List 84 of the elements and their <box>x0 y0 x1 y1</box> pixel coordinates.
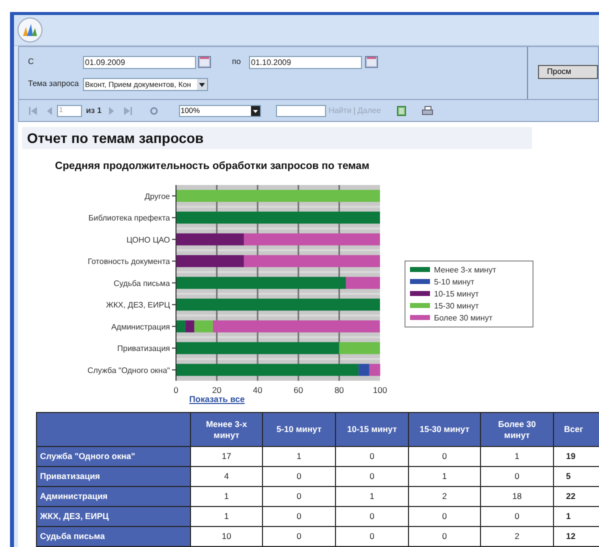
legend-label: Менее 3-х минут <box>434 266 496 275</box>
legend-label: 10-15 минут <box>434 290 479 299</box>
table-header-cell: 15-30 минут <box>408 412 480 446</box>
category-label: Судьба письма <box>114 279 170 288</box>
table-cell: 1 <box>262 446 336 466</box>
category-label: Служба "Одного окна" <box>87 366 170 376</box>
date-from-field[interactable]: 01.09.2009 <box>83 56 196 69</box>
row-header-cell: Служба "Одного окна" <box>36 446 190 466</box>
table-cell: 0 <box>262 486 336 506</box>
bar-segment <box>369 364 380 376</box>
refresh-icon[interactable] <box>150 106 158 115</box>
category-label: Другое <box>144 192 170 202</box>
table-cell: 12 <box>554 526 599 546</box>
report-title: Отчет по темам запросов <box>27 128 204 148</box>
category-label: ЦОНО ЦАО <box>126 236 170 245</box>
table-cell: 0 <box>336 506 408 526</box>
previous-page-icon[interactable] <box>47 106 52 115</box>
next-page-icon[interactable] <box>108 106 114 115</box>
table-cell: 0 <box>262 466 336 486</box>
table-cell: 2 <box>408 486 480 506</box>
table-cell: 1 <box>190 486 262 506</box>
table-cell: 5 <box>554 466 599 486</box>
table-cell: 0 <box>262 506 336 526</box>
table-cell: 0 <box>336 466 408 486</box>
row-header-cell: Администрация <box>36 486 190 506</box>
chart-title: Средняя продолжительность обработки запросов по темам <box>55 160 370 172</box>
category-label: Готовность документа <box>88 257 170 266</box>
date-from-label: С <box>28 56 35 68</box>
table-cell: 0 <box>262 526 336 546</box>
table-header-cell: 5-10 минут <box>262 412 336 446</box>
legend-label: 15-30 минут <box>434 302 479 311</box>
date-to-label: по <box>232 56 242 68</box>
axis-tick-label: 0 <box>174 385 178 395</box>
legend-label: Более 30 минут <box>434 314 492 323</box>
table-cell: 0 <box>408 506 480 526</box>
table-cell: 1 <box>554 506 599 526</box>
table-cell: 1 <box>336 486 408 506</box>
date-to-field[interactable]: 01.10.2009 <box>249 56 362 69</box>
table-cell: 19 <box>554 446 599 466</box>
calendar-icon[interactable] <box>198 56 211 68</box>
row-header-cell: Приватизация <box>36 466 190 486</box>
table-cell: 22 <box>554 486 599 506</box>
axis-tick-label: 60 <box>294 385 304 395</box>
table-cell: 0 <box>336 526 408 546</box>
first-page-icon[interactable] <box>29 106 37 115</box>
print-icon[interactable] <box>422 106 433 116</box>
app-logo-icon <box>17 16 43 43</box>
axis-tick-label: 20 <box>212 385 222 395</box>
legend-label: 5-10 минут <box>434 278 474 287</box>
table-cell: 4 <box>190 466 262 486</box>
table-cell: 10 <box>190 526 262 546</box>
topic-label: Тема запроса <box>28 78 80 90</box>
table-cell: 1 <box>408 466 480 486</box>
calendar-icon[interactable] <box>365 56 378 68</box>
category-label: Администрация <box>111 322 170 332</box>
show-all-link[interactable]: Показать все <box>189 393 245 406</box>
link-separator: | <box>353 104 356 117</box>
table-header-cell: Всег <box>554 412 599 446</box>
page-count-label: из 1 <box>86 104 102 117</box>
find-field[interactable] <box>276 104 326 117</box>
table-cell: 1 <box>190 506 262 526</box>
table-cell: 17 <box>190 446 262 466</box>
table-cell: 2 <box>480 526 554 546</box>
table-cell: 0 <box>408 526 480 546</box>
table-cell: 0 <box>408 446 480 466</box>
axis-tick-label: 100 <box>372 385 388 395</box>
table-header-cell: Менее 3-х минут <box>190 412 262 446</box>
table-cell: 0 <box>336 446 408 466</box>
view-report-button[interactable]: Просм <box>538 64 598 79</box>
category-label: Библиотека префекта <box>88 214 170 223</box>
axis-tick-label: 80 <box>334 385 344 395</box>
category-label: ЖКХ, ДЕЗ, ЕИРЦ <box>106 300 170 310</box>
row-header-cell: Судьба письма <box>36 526 190 546</box>
table-cell: 0 <box>480 466 554 486</box>
export-icon[interactable] <box>396 106 406 116</box>
last-page-icon[interactable] <box>124 106 132 115</box>
table-cell: 1 <box>480 446 554 466</box>
category-label: Приватизация <box>117 344 170 354</box>
axis-tick-label: 40 <box>252 385 262 395</box>
table-cell: 18 <box>480 486 554 506</box>
table-header-cell: Более 30 минут <box>480 412 554 446</box>
row-header-cell: ЖКХ, ДЕЗ, ЕИРЦ <box>36 506 190 526</box>
table-header-cell: 10-15 минут <box>336 412 408 446</box>
table-cell: 0 <box>480 506 554 526</box>
